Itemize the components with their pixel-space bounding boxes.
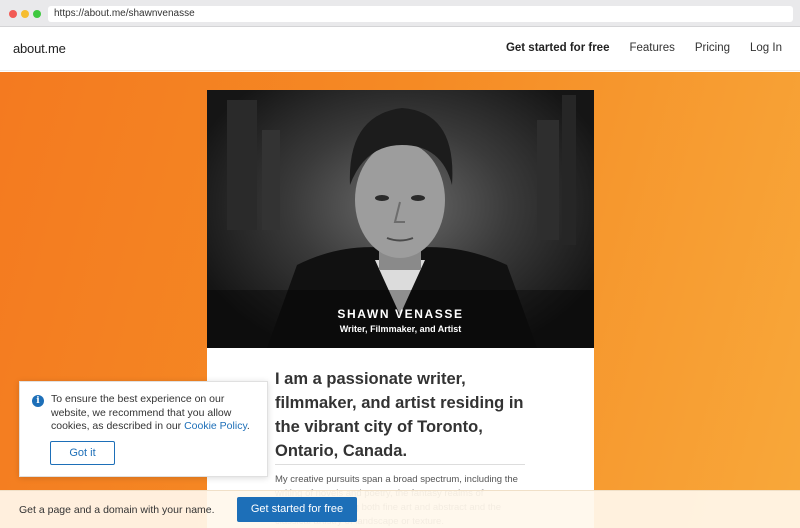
- profile-name: SHAWN VENASSE: [337, 307, 464, 321]
- get-started-button[interactable]: Get started for free: [237, 497, 357, 522]
- maximize-window-dot[interactable]: [33, 10, 41, 18]
- info-icon: i: [32, 395, 44, 407]
- nav-get-started-link[interactable]: Get started for free: [506, 42, 610, 54]
- browser-chrome: https://about.me/shawnvenasse: [0, 0, 800, 27]
- profile-photo: SHAWN VENASSE Writer, Filmmaker, and Art…: [207, 90, 594, 348]
- nav-features-link[interactable]: Features: [629, 42, 674, 54]
- profile-headline: I am a passionate writer, filmmaker, and…: [275, 370, 524, 460]
- top-nav: Get started for free Features Pricing Lo…: [486, 42, 782, 54]
- cookie-message-end: .: [246, 420, 250, 432]
- cookie-policy-link[interactable]: Cookie Policy: [184, 420, 247, 432]
- signup-prompt: Get a page and a domain with your name.: [19, 504, 215, 516]
- cookie-banner: i To ensure the best experience on our w…: [19, 381, 268, 477]
- close-window-dot[interactable]: [9, 10, 17, 18]
- divider: [275, 464, 525, 465]
- minimize-window-dot[interactable]: [21, 10, 29, 18]
- nav-login-link[interactable]: Log In: [750, 42, 782, 54]
- got-it-button[interactable]: Got it: [50, 441, 115, 465]
- site-header: about.me Get started for free Features P…: [0, 28, 800, 71]
- nav-pricing-link[interactable]: Pricing: [695, 42, 730, 54]
- cookie-message: To ensure the best experience on our web…: [51, 393, 263, 434]
- address-bar[interactable]: https://about.me/shawnvenasse: [48, 6, 793, 22]
- profile-tagline: Writer, Filmmaker, and Artist: [339, 324, 462, 334]
- logo[interactable]: about.me: [13, 41, 66, 56]
- signup-bar: Get a page and a domain with your name. …: [0, 490, 800, 528]
